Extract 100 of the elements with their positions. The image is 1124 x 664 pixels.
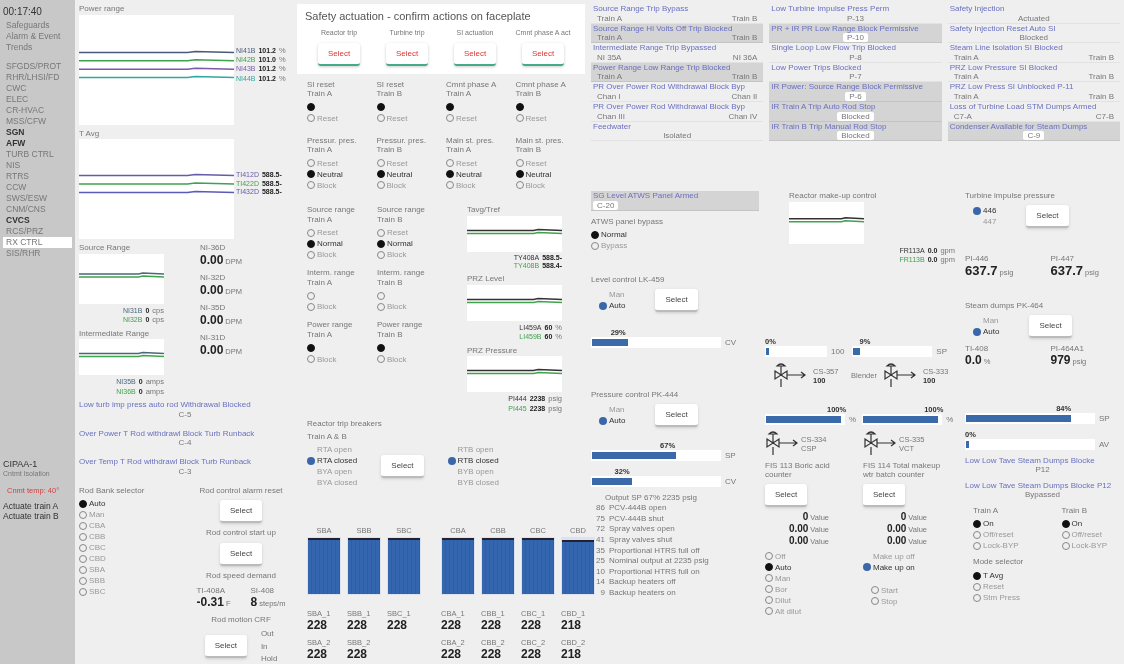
radio-option[interactable]: Stop bbox=[871, 595, 953, 607]
nav-item[interactable]: CVCS bbox=[3, 215, 72, 226]
radio-option[interactable]: Bor bbox=[765, 583, 855, 595]
radio-option[interactable]: Reset bbox=[377, 227, 441, 239]
interlock-link[interactable]: Over Power T Rod withdrawl Block Turb Runback bbox=[79, 428, 291, 439]
select-button[interactable]: Select bbox=[219, 543, 263, 567]
radio-option[interactable]: Reset bbox=[515, 157, 585, 169]
radio-option[interactable]: Block bbox=[377, 249, 441, 261]
select-button[interactable]: Select bbox=[453, 42, 497, 66]
radio-option[interactable]: Neutral bbox=[446, 168, 516, 180]
radio-option[interactable]: Block bbox=[446, 179, 516, 191]
radio-option[interactable]: Man bbox=[79, 509, 179, 521]
radio-option[interactable]: Dilut bbox=[765, 594, 855, 606]
radio-option[interactable]: Normal bbox=[591, 229, 759, 241]
radio-option[interactable]: RTA open bbox=[307, 444, 358, 456]
radio-option[interactable]: Auto bbox=[79, 498, 179, 510]
radio-option[interactable]: CBA bbox=[79, 520, 179, 532]
select-button[interactable]: Select bbox=[381, 454, 424, 478]
select-button[interactable]: Select bbox=[655, 403, 698, 427]
radio-option[interactable]: Auto bbox=[973, 326, 1000, 338]
radio-option[interactable]: Block bbox=[515, 179, 585, 191]
radio-option[interactable]: RTB closed bbox=[447, 455, 499, 467]
nav-item[interactable]: CCW bbox=[3, 182, 72, 193]
radio-option[interactable]: On bbox=[973, 518, 1032, 530]
radio-option[interactable]: Auto bbox=[599, 415, 626, 427]
radio-option[interactable]: CBB bbox=[79, 531, 179, 543]
nav-item[interactable]: RTRS bbox=[3, 171, 72, 182]
radio-option[interactable]: 447 bbox=[973, 216, 997, 228]
radio-option[interactable]: Reset bbox=[446, 112, 516, 124]
radio-option[interactable]: Make up off bbox=[863, 550, 953, 562]
radio-option[interactable]: Block bbox=[307, 249, 371, 261]
radio-option[interactable]: Stm Press bbox=[973, 592, 1120, 604]
nav-item[interactable]: RCS/PRZ bbox=[3, 226, 72, 237]
select-button[interactable]: Select bbox=[385, 42, 429, 66]
nav-item[interactable]: RX CTRL bbox=[3, 237, 72, 248]
radio-option[interactable]: Auto bbox=[599, 300, 626, 312]
interlock-link[interactable]: Low turb imp press auto rod Withdrawal Blocked bbox=[79, 399, 291, 410]
radio-option[interactable]: BYB closed bbox=[447, 477, 499, 489]
radio-option[interactable]: BYA closed bbox=[307, 477, 358, 489]
radio-option[interactable]: SBA bbox=[79, 564, 179, 576]
radio-option[interactable]: RTB open bbox=[447, 444, 499, 456]
radio-option[interactable]: BYB open bbox=[447, 466, 499, 478]
radio-option[interactable]: On bbox=[1061, 518, 1120, 530]
radio-option[interactable]: Reset bbox=[376, 157, 446, 169]
radio-option[interactable]: Reset bbox=[307, 227, 371, 239]
nav-item[interactable]: MSS/CFW bbox=[3, 116, 72, 127]
radio-option[interactable]: Make up on bbox=[863, 561, 953, 573]
nav-item[interactable]: SWS/ESW bbox=[3, 193, 72, 204]
nav-item[interactable]: CR-HVAC bbox=[3, 105, 72, 116]
nav-item[interactable]: SIS/RHR bbox=[3, 248, 72, 259]
radio-option[interactable]: Block bbox=[307, 353, 371, 365]
radio-option[interactable]: Auto bbox=[765, 561, 855, 573]
radio-option[interactable]: Bypass bbox=[591, 240, 759, 252]
radio-option[interactable]: RTA closed bbox=[307, 455, 358, 467]
radio-option[interactable]: Reset bbox=[446, 157, 516, 169]
nav-item[interactable]: RHR/LHSI/FD bbox=[3, 72, 72, 83]
select-button[interactable]: Select bbox=[863, 483, 906, 507]
action-link[interactable]: Actuate train A bbox=[3, 501, 72, 512]
radio-option[interactable]: Lock-BYP bbox=[973, 540, 1032, 552]
radio-option[interactable]: BYA open bbox=[307, 466, 358, 478]
radio-option[interactable]: Off/reset bbox=[1061, 529, 1120, 541]
radio-option[interactable]: Reset bbox=[973, 581, 1120, 593]
radio-option[interactable]: 446 bbox=[973, 205, 997, 217]
radio-option[interactable]: Reset bbox=[515, 112, 585, 124]
nav-item[interactable]: AFW bbox=[3, 138, 72, 149]
nav-item[interactable]: Trends bbox=[3, 42, 72, 53]
select-button[interactable]: Select bbox=[1029, 314, 1072, 338]
radio-option[interactable]: Reset bbox=[307, 112, 377, 124]
select-button[interactable]: Select bbox=[765, 483, 808, 507]
radio-option[interactable]: Neutral bbox=[515, 168, 585, 180]
radio-option[interactable]: Block bbox=[307, 179, 377, 191]
radio-option[interactable]: Lock-BYP bbox=[1061, 540, 1120, 552]
nav-item[interactable]: NIS bbox=[3, 160, 72, 171]
nav-item[interactable]: TURB CTRL bbox=[3, 149, 72, 160]
radio-option[interactable]: Neutral bbox=[307, 168, 377, 180]
nav-item[interactable]: CWC bbox=[3, 83, 72, 94]
radio-option[interactable]: Block bbox=[376, 179, 446, 191]
select-button[interactable]: Select bbox=[521, 42, 565, 66]
radio-option[interactable]: Man bbox=[599, 404, 626, 416]
radio-option[interactable]: SBC bbox=[79, 586, 179, 598]
select-button[interactable]: Select bbox=[655, 288, 698, 312]
radio-option[interactable]: Neutral bbox=[376, 168, 446, 180]
radio-option[interactable]: Man bbox=[765, 572, 855, 584]
radio-option[interactable]: SBB bbox=[79, 575, 179, 587]
radio-option[interactable]: Block bbox=[377, 353, 441, 365]
nav-item[interactable]: SFGDS/PROT bbox=[3, 61, 72, 72]
nav-item[interactable]: Alarm & Event bbox=[3, 31, 72, 42]
interlock-link[interactable]: Over Temp T Rod withdrawl Block Turb Runback bbox=[79, 457, 291, 467]
radio-option[interactable]: T Avg bbox=[973, 570, 1120, 582]
radio-option[interactable]: CBD bbox=[79, 553, 179, 565]
nav-item[interactable]: SGN bbox=[3, 127, 72, 138]
radio-option[interactable]: Off bbox=[765, 550, 855, 562]
radio-option[interactable]: Man bbox=[973, 315, 1000, 327]
radio-option[interactable]: Reset bbox=[307, 157, 377, 169]
radio-option[interactable]: Normal bbox=[377, 238, 441, 250]
radio-option[interactable]: Alt dilut bbox=[765, 605, 855, 617]
select-button[interactable]: Select bbox=[219, 500, 263, 524]
select-button[interactable]: Select bbox=[204, 635, 247, 659]
radio-option[interactable]: CBC bbox=[79, 542, 179, 554]
radio-option[interactable]: Reset bbox=[376, 112, 446, 124]
